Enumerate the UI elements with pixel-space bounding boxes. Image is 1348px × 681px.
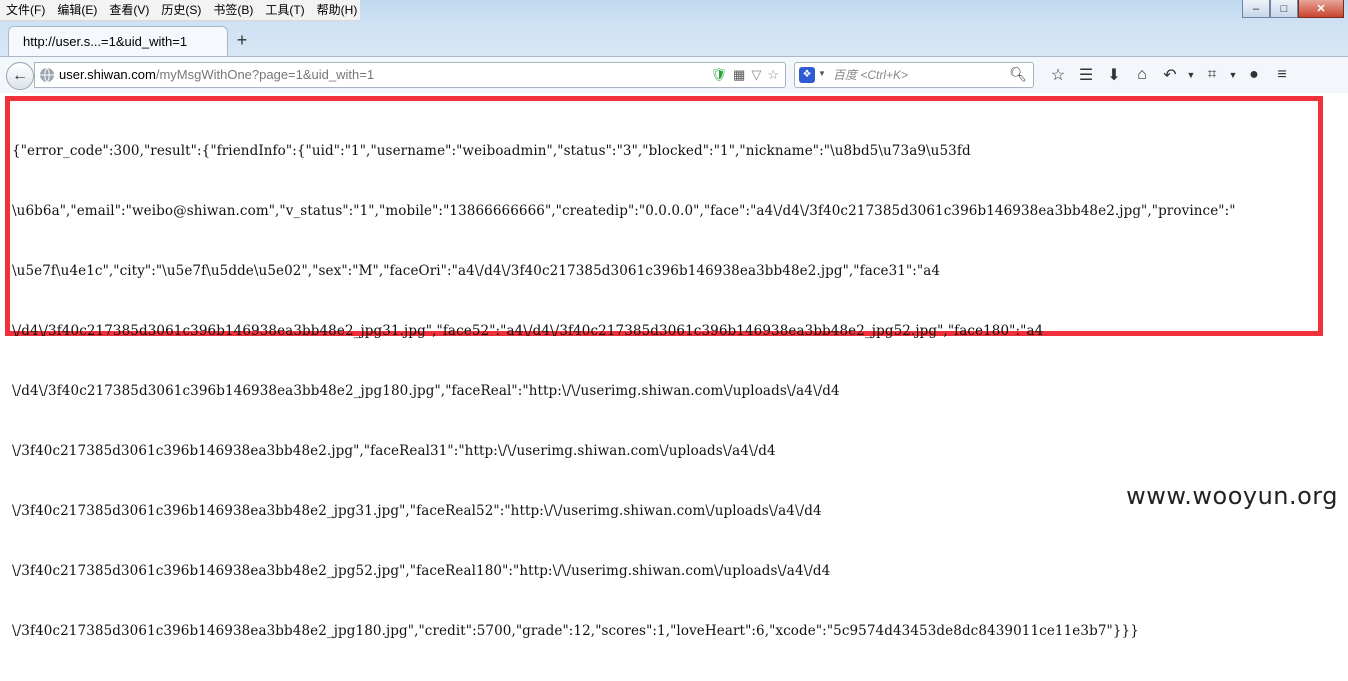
json-line: \/d4\/3f40c217385d3061c396b146938ea3bb48… xyxy=(12,323,1044,339)
menu-history[interactable]: 历史(S) xyxy=(155,0,207,20)
url-bar[interactable]: user.shiwan.com/myMsgWithOne?page=1&uid_… xyxy=(34,62,786,88)
menu-bookmarks[interactable]: 书签(B) xyxy=(207,0,259,20)
url-host: user.shiwan.com xyxy=(59,67,156,82)
minimize-button[interactable]: – xyxy=(1242,0,1270,18)
json-line: \u6b6a","email":"weibo@shiwan.com","v_st… xyxy=(12,203,1236,219)
menu-bar: 文件(F) 编辑(E) 查看(V) 历史(S) 书签(B) 工具(T) 帮助(H… xyxy=(0,0,360,21)
bookmarks-list-icon[interactable]: ☰ xyxy=(1072,63,1100,87)
url-text: user.shiwan.com/myMsgWithOne?page=1&uid_… xyxy=(59,63,374,87)
watermark: www.wooyun.org xyxy=(1126,482,1338,510)
bookmark-star-icon[interactable]: ☆ xyxy=(767,66,779,84)
json-response: {"error_code":300,"result":{"friendInfo"… xyxy=(12,101,1318,681)
url-path: /myMsgWithOne?page=1&uid_with=1 xyxy=(155,67,375,82)
back-button[interactable]: ← xyxy=(6,62,34,90)
maximize-button[interactable]: □ xyxy=(1270,0,1298,18)
close-button[interactable]: ✕ xyxy=(1298,0,1344,18)
window-controls: – □ ✕ xyxy=(1242,0,1344,18)
menu-file[interactable]: 文件(F) xyxy=(0,0,51,20)
page-content: {"error_code":300,"result":{"friendInfo"… xyxy=(0,93,1348,639)
undo-icon[interactable]: ↶ xyxy=(1156,63,1184,87)
menu-view[interactable]: 查看(V) xyxy=(103,0,155,20)
browser-tab[interactable]: http://user.s...=1&uid_with=1 xyxy=(8,26,228,56)
back-arrow-icon: ← xyxy=(12,67,28,84)
menu-icon[interactable]: ≡ xyxy=(1268,63,1296,87)
search-icon[interactable]: 🔍︎ xyxy=(1009,66,1027,83)
shield-icon[interactable]: 🛡 xyxy=(711,66,728,84)
json-line: \u5e7f\u4e1c","city":"\u5e7f\u5dde\u5e02… xyxy=(12,263,941,279)
menu-help[interactable]: 帮助(H) xyxy=(311,0,364,20)
download-icon[interactable]: ⬇ xyxy=(1100,63,1128,87)
json-line: {"error_code":300,"result":{"friendInfo"… xyxy=(12,143,971,159)
menu-tools[interactable]: 工具(T) xyxy=(259,0,310,20)
toolbar-buttons: ☆ ☰ ⬇ ⌂ ↶ ▼ ⌗ ▼ ● ≡ xyxy=(1044,63,1296,87)
bookmark-star-icon[interactable]: ☆ xyxy=(1044,63,1072,87)
search-input[interactable]: 百度 <Ctrl+K> xyxy=(833,63,908,87)
tab-title: http://user.s...=1&uid_with=1 xyxy=(23,34,188,49)
engine-dropdown-icon[interactable]: ▼ xyxy=(818,69,826,78)
window-titlebar: 文件(F) 编辑(E) 查看(V) 历史(S) 书签(B) 工具(T) 帮助(H… xyxy=(0,0,1348,62)
crop-dropdown-icon[interactable]: ▼ xyxy=(1226,63,1240,87)
search-bar[interactable]: ❖ ▼ 百度 <Ctrl+K> 🔍︎ xyxy=(794,62,1034,88)
json-line: \/3f40c217385d3061c396b146938ea3bb48e2_j… xyxy=(12,503,822,519)
json-line: \/3f40c217385d3061c396b146938ea3bb48e2_j… xyxy=(12,563,831,579)
url-bar-icons: 🛡 ▦ ▽ ☆ xyxy=(711,66,779,84)
paw-icon[interactable]: ❖ xyxy=(799,67,815,83)
new-tab-button[interactable]: + xyxy=(233,28,251,52)
dropdown-icon[interactable]: ▽ xyxy=(751,66,761,84)
chat-icon[interactable]: ● xyxy=(1240,63,1268,87)
qr-code-icon[interactable]: ▦ xyxy=(733,66,745,84)
json-line: \/3f40c217385d3061c396b146938ea3bb48e2.j… xyxy=(12,443,776,459)
globe-icon xyxy=(40,67,54,83)
json-line: \/d4\/3f40c217385d3061c396b146938ea3bb48… xyxy=(12,383,840,399)
undo-dropdown-icon[interactable]: ▼ xyxy=(1184,63,1198,87)
menu-edit[interactable]: 编辑(E) xyxy=(51,0,103,20)
navigation-toolbar: ← user.shiwan.com/myMsgWithOne?page=1&ui… xyxy=(0,56,1348,94)
crop-icon[interactable]: ⌗ xyxy=(1198,63,1226,87)
home-icon[interactable]: ⌂ xyxy=(1128,63,1156,87)
json-line: \/3f40c217385d3061c396b146938ea3bb48e2_j… xyxy=(12,623,1139,639)
